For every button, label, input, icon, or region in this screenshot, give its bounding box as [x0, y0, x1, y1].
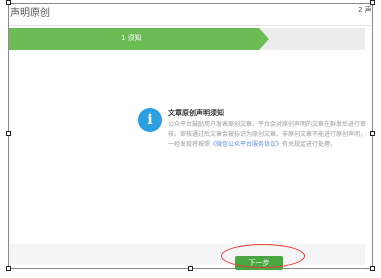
- title-divider: [9, 25, 372, 26]
- resize-handle-right[interactable]: [370, 131, 375, 136]
- service-agreement-link[interactable]: 《微信公众平台服务协议》: [210, 141, 282, 148]
- step-2-label: 2 声: [358, 6, 372, 14]
- dialog-footer: [9, 244, 365, 265]
- info-icon: i: [138, 108, 162, 132]
- resize-handle-bottom-right[interactable]: [370, 266, 375, 271]
- step-arrow: [259, 28, 269, 50]
- notice-title: 文章原创声明须知: [168, 109, 224, 117]
- notice-body-tail: 有关规定进行处理。: [282, 141, 337, 148]
- panel-title: 声明原创: [10, 8, 50, 19]
- step-1-label: 1 须知: [121, 34, 142, 42]
- step-progress-bar: 1 须知: [9, 28, 365, 50]
- notice-body: 公众平台鼓励用户发表原创文章。平台会对原创声明的文章在群发后进行审核。审核通过后…: [168, 120, 366, 150]
- resize-handle-left[interactable]: [6, 131, 11, 136]
- resize-handle-bottom-left[interactable]: [6, 266, 11, 271]
- annotation-circle: [221, 244, 305, 268]
- resize-handle-bottom[interactable]: [188, 266, 193, 271]
